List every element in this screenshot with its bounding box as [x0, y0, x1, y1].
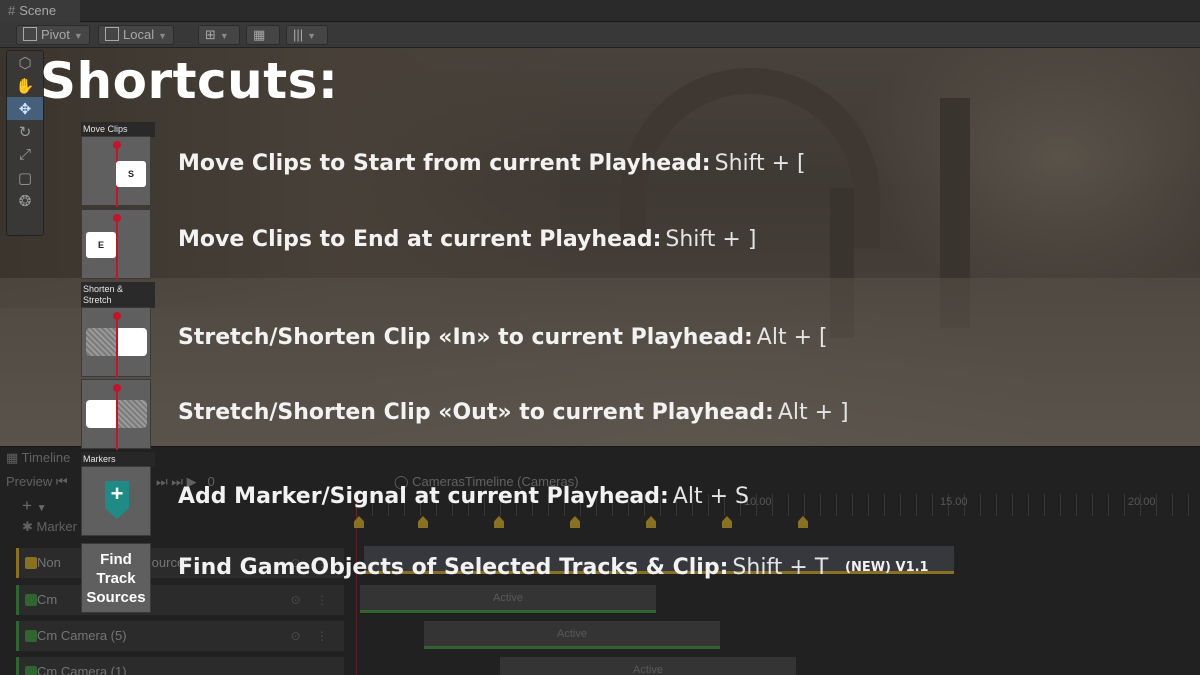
shortcut-description: Find GameObjects of Selected Tracks & Cl…	[178, 555, 729, 580]
playhead-line-icon	[116, 220, 118, 280]
stretch-in-icon	[81, 307, 151, 378]
clip-start-icon: S	[116, 161, 146, 187]
move-icon: ✥	[18, 100, 32, 118]
find-icon-line: Sources	[86, 589, 146, 606]
group-label-shorten-stretch: Shorten & Stretch	[81, 282, 155, 308]
shortcut-move-to-end: Move Clips to End at current Playhead: Sh…	[178, 227, 756, 252]
grid-snap-button[interactable]: ⊞ ▼	[198, 25, 240, 45]
playhead-head-icon	[113, 312, 121, 320]
scale-tool-button[interactable]: ⤢	[7, 143, 43, 166]
increment-snap-icon: |||	[293, 27, 304, 42]
grid-icon: ▦	[253, 27, 266, 42]
rect-tool-button[interactable]: ▢	[7, 166, 43, 189]
grid-toggle-button[interactable]: ▦	[246, 25, 280, 45]
tool-strip: ⬡ ✋ ✥ ↻ ⤢ ▢ ❂	[6, 50, 44, 236]
local-icon	[105, 27, 119, 41]
trimmed-region-icon	[86, 328, 120, 356]
move-to-end-icon: E	[81, 209, 151, 280]
scene-tabbar: # Scene	[0, 0, 1200, 22]
local-label: Local	[123, 27, 155, 42]
shortcut-stretch-in: Stretch/Shorten Clip «In» to current Pla…	[178, 325, 828, 350]
shortcut-description: Move Clips to End at current Playhead:	[178, 227, 662, 252]
shortcut-move-to-start: Move Clips to Start from current Playhea…	[178, 151, 806, 176]
chevron-down-icon: ▼	[307, 31, 317, 41]
local-dropdown[interactable]: Local ▼	[98, 25, 174, 45]
shortcut-stretch-out: Stretch/Shorten Clip «Out» to current Pl…	[178, 400, 849, 425]
chevron-down-icon: ▼	[158, 31, 167, 41]
stretch-out-icon	[81, 379, 151, 450]
shortcut-description: Move Clips to Start from current Playhea…	[178, 151, 711, 176]
pivot-dropdown[interactable]: Pivot ▼	[16, 25, 90, 45]
shortcut-keys: Shift + [	[714, 151, 806, 176]
tab-scene-label: Scene	[19, 3, 57, 18]
rotate-tool-button[interactable]: ↻	[7, 120, 43, 143]
view-tool-button[interactable]: ⬡	[7, 51, 43, 74]
grid-snap-icon: ⊞	[205, 27, 216, 42]
find-icon-line: Find	[100, 551, 132, 568]
shortcut-keys: Alt + ]	[777, 400, 849, 425]
clip-body-icon	[117, 328, 147, 356]
pivot-label: Pivot	[41, 27, 70, 42]
shortcut-keys: Alt + [	[756, 325, 828, 350]
move-tool-button[interactable]: ✥	[7, 97, 43, 120]
shortcut-description: Add Marker/Signal at current Playhead:	[178, 484, 669, 509]
page-title: Shortcuts:	[40, 52, 339, 110]
shortcut-find-gameobjects: Find GameObjects of Selected Tracks & Cl…	[178, 555, 828, 580]
view-icon: ⬡	[18, 54, 32, 72]
transform-icon: ❂	[18, 192, 32, 210]
shortcut-description: Stretch/Shorten Clip «In» to current Pla…	[178, 325, 753, 350]
rotate-icon: ↻	[18, 123, 32, 141]
transform-tool-button[interactable]: ❂	[7, 189, 43, 212]
trimmed-region-icon	[117, 400, 147, 428]
playhead-head-icon	[113, 384, 121, 392]
plus-icon: +	[110, 481, 124, 506]
shortcut-keys: Shift + ]	[665, 227, 757, 252]
playhead-line-icon	[116, 318, 118, 378]
group-label-markers: Markers	[81, 452, 155, 467]
new-version-badge: (NEW) V1.1	[845, 560, 929, 575]
find-icon-line: Track	[96, 570, 136, 587]
scale-icon: ⤢	[18, 146, 31, 163]
add-marker-icon: +	[81, 466, 151, 536]
hand-icon: ✋	[15, 77, 35, 95]
pivot-icon	[23, 27, 37, 41]
tab-scene[interactable]: # Scene	[0, 0, 80, 22]
clip-body-icon	[86, 400, 118, 428]
chevron-down-icon: ▼	[219, 31, 229, 41]
shortcut-keys: Alt + S	[672, 484, 749, 509]
increment-snap-button[interactable]: ||| ▼	[286, 25, 328, 45]
clip-end-icon: E	[86, 232, 116, 258]
rect-icon: ▢	[17, 169, 33, 187]
playhead-line-icon	[116, 390, 118, 450]
shortcut-keys: Shift + T	[732, 555, 829, 580]
scene-toolbar: Pivot ▼ Local ▼ ⊞ ▼ ▦ ||| ▼	[0, 22, 1200, 48]
hand-tool-button[interactable]: ✋	[7, 74, 43, 97]
find-track-sources-icon: Find Track Sources	[81, 543, 151, 613]
shortcut-description: Stretch/Shorten Clip «Out» to current Pl…	[178, 400, 774, 425]
group-label-move-clips: Move Clips	[81, 122, 155, 137]
playhead-head-icon	[113, 141, 121, 149]
move-to-start-icon: S	[81, 136, 151, 207]
chevron-down-icon: ▼	[73, 31, 83, 41]
shortcut-add-marker: Add Marker/Signal at current Playhead: Al…	[178, 484, 749, 509]
grid-icon: #	[8, 3, 16, 18]
playhead-head-icon	[113, 214, 121, 222]
